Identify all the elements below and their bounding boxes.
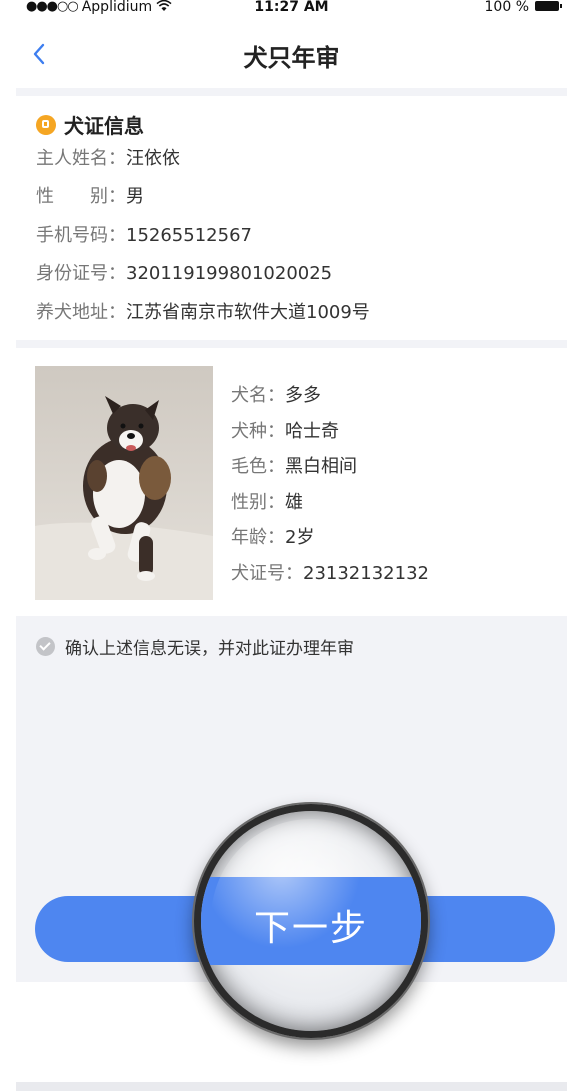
section-header: 犬证信息 <box>36 110 144 139</box>
confirm-text: 确认上述信息无误，并对此证办理年审 <box>65 639 354 659</box>
magnifier-overlay: 下一步 <box>194 804 428 1038</box>
dog-sex-value: 雄 <box>285 491 303 513</box>
phone-label: 手机号码： <box>36 225 126 246</box>
address-row: 养犬地址：江苏省南京市软件大道1009号 <box>36 300 370 326</box>
id-number-label: 身份证号： <box>36 263 126 284</box>
dog-age-label: 年龄： <box>231 527 285 548</box>
owner-name-row: 主人姓名：汪依依 <box>36 146 180 172</box>
magnified-button-label: 下一步 <box>253 908 368 949</box>
confirm-checkbox[interactable]: 确认上述信息无误，并对此证办理年审 <box>36 634 354 659</box>
dog-license-label: 犬证号： <box>231 562 303 584</box>
dog-age-value: 2岁 <box>285 527 315 548</box>
dog-info-card: 犬名：多多 犬种：哈士奇 毛色：黑白相间 性别：雄 年龄：2岁 犬证号：2313… <box>16 348 567 616</box>
dog-sex-row: 性别：雄 <box>231 485 429 521</box>
page-title: 犬只年审 <box>243 44 340 72</box>
dog-details: 犬名：多多 犬种：哈士奇 毛色：黑白相间 性别：雄 年龄：2岁 犬证号：2313… <box>231 378 429 591</box>
address-label: 养犬地址： <box>36 302 126 323</box>
dog-license-row: 犬证号：23132132132 <box>231 556 429 592</box>
bottom-divider <box>16 1082 567 1091</box>
address-value: 江苏省南京市软件大道1009号 <box>126 302 370 323</box>
id-number-value: 320119199801020025 <box>126 263 333 284</box>
status-bar: ●●●○○ Applidium 11:27 AM 100 % <box>16 0 567 20</box>
dog-photo <box>35 366 213 600</box>
app-screen: ●●●○○ Applidium 11:27 AM 100 % 犬只年审 犬证信息… <box>16 0 567 1091</box>
id-number-row: 身份证号：320119199801020025 <box>36 261 332 287</box>
gender-row: 性 别：男 <box>36 184 144 210</box>
owner-name-label: 主人姓名： <box>36 148 126 169</box>
check-circle-icon[interactable] <box>36 637 55 656</box>
dog-name-row: 犬名：多多 <box>231 378 429 414</box>
license-badge-icon <box>36 114 56 135</box>
dog-breed-label: 犬种： <box>231 420 285 442</box>
dog-sex-label: 性别： <box>231 491 285 513</box>
dog-age-row: 年龄：2岁 <box>231 520 429 556</box>
dog-breed-value: 哈士奇 <box>285 420 339 442</box>
dog-name-label: 犬名： <box>231 385 285 406</box>
nav-bar: 犬只年审 <box>16 20 567 88</box>
dog-photo-illustration <box>35 366 213 600</box>
dog-color-row: 毛色：黑白相间 <box>231 449 429 485</box>
dog-breed-row: 犬种：哈士奇 <box>231 414 429 450</box>
owner-name-value: 汪依依 <box>126 148 180 169</box>
dog-color-value: 黑白相间 <box>285 456 357 477</box>
gender-value: 男 <box>126 186 144 207</box>
dog-license-value: 23132132132 <box>303 562 429 584</box>
gender-label: 性 别： <box>36 186 126 207</box>
dog-name-value: 多多 <box>285 385 321 406</box>
phone-value: 15265512567 <box>126 225 252 246</box>
phone-row: 手机号码：15265512567 <box>36 223 252 249</box>
status-right: 100 % <box>484 0 562 15</box>
section-title: 犬证信息 <box>64 114 144 138</box>
dog-color-label: 毛色： <box>231 456 285 477</box>
owner-info-card: 犬证信息 主人姓名：汪依依 性 别：男 手机号码：15265512567 身份证… <box>16 96 567 340</box>
battery-percent: 100 % <box>484 0 529 15</box>
battery-icon <box>535 1 562 11</box>
